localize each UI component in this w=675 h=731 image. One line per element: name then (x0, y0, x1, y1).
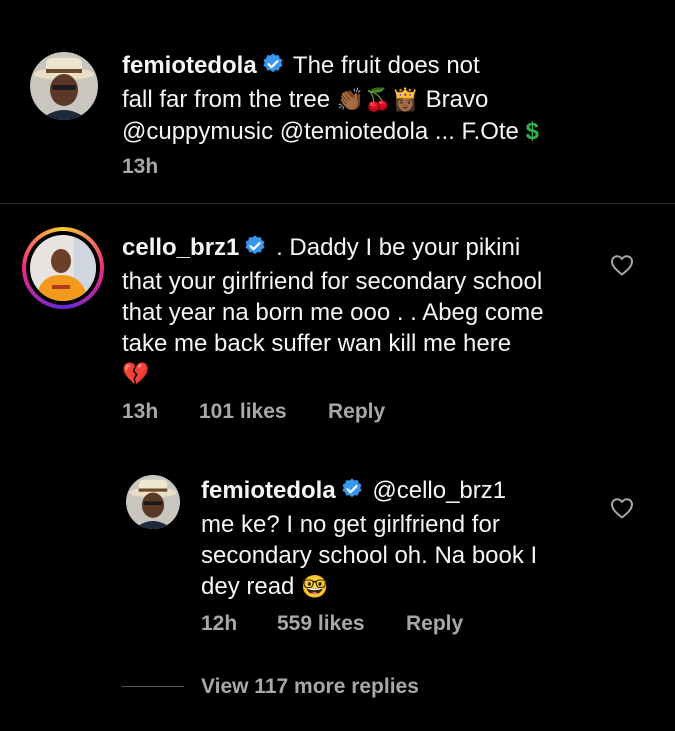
caption-username[interactable]: femiotedola (122, 52, 257, 79)
comment-line1: . Daddy I be your pikini (276, 234, 521, 261)
reply-time: 12h (201, 612, 238, 635)
caption-line2b: Bravo (425, 86, 489, 113)
verified-badge-icon (340, 477, 364, 509)
reply-likes[interactable]: 559 likes (277, 612, 365, 636)
broken-heart-emoji: 💔 (122, 362, 150, 387)
reply-mention[interactable]: @cello_brz1 (372, 477, 506, 504)
section-divider (0, 203, 675, 204)
comment-avatar-ring[interactable] (22, 227, 104, 309)
caption-line1: The fruit does not (292, 52, 480, 79)
comment-line2: that your girlfriend for secondary schoo… (122, 268, 543, 295)
heart-icon[interactable] (610, 497, 634, 524)
comment-line4: take me back suffer wan kill me here (122, 330, 512, 357)
caption-time: 13h (122, 155, 159, 178)
caption-text: femiotedola The fruit does not fall far … (122, 50, 642, 147)
caption-avatar[interactable] (30, 52, 98, 120)
comment-avatar (30, 235, 96, 301)
verified-badge-icon (261, 52, 285, 84)
comment-username[interactable]: cello_brz1 (122, 234, 239, 261)
dollar-icon: $ (525, 118, 539, 145)
comment-line3: that year na born me ooo . . Abeg come (122, 299, 544, 326)
view-more-line (122, 686, 184, 687)
nerd-face-emoji: 🤓 (301, 575, 329, 600)
comment-likes[interactable]: 101 likes (199, 400, 287, 424)
verified-badge-icon (243, 234, 267, 266)
caption-emoji: 👏🏾🍒👸🏾 (336, 88, 419, 113)
view-more-replies-button[interactable]: View 117 more replies (201, 675, 419, 699)
comment-reply-button[interactable]: Reply (328, 400, 385, 424)
reply-avatar[interactable] (126, 475, 180, 529)
reply-line4: dey read (201, 573, 295, 600)
comment-time: 13h (122, 400, 159, 423)
comment-text: cello_brz1 . Daddy I be your pikini that… (122, 232, 602, 390)
heart-icon[interactable] (610, 254, 634, 281)
caption-line3: @cuppymusic @temiotedola ... F.Ote (122, 118, 519, 145)
caption-line2: fall far from the tree (122, 86, 331, 113)
reply-line3: secondary school oh. Na book I (201, 542, 538, 569)
reply-username[interactable]: femiotedola (201, 477, 336, 504)
reply-reply-button[interactable]: Reply (406, 612, 463, 636)
reply-text: femiotedola @cello_brz1 me ke? I no get … (201, 475, 591, 603)
reply-line2: me ke? I no get girlfriend for (201, 511, 500, 538)
